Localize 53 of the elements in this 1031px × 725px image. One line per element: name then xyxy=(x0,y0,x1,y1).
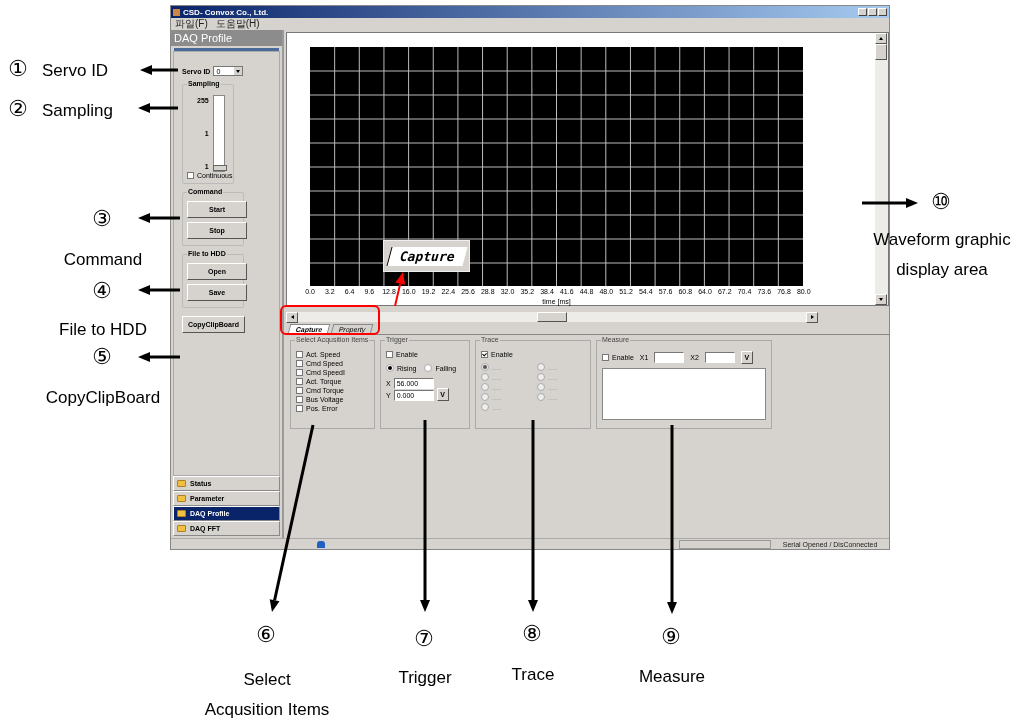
callout-text: Command xyxy=(62,249,144,271)
callout-text: File to HDD xyxy=(58,319,148,341)
callout-text: Trace xyxy=(510,664,556,686)
arrow xyxy=(138,352,180,362)
callout-number: ⑧ xyxy=(522,623,542,645)
callout-text: Sampling xyxy=(42,100,113,122)
checkbox[interactable] xyxy=(296,387,303,394)
callout-number: ⑨ xyxy=(661,626,681,648)
callout-number: ⑥ xyxy=(256,624,276,646)
callout-number: ⑤ xyxy=(92,346,112,368)
arrow xyxy=(862,198,918,208)
minimize-button[interactable] xyxy=(858,8,867,16)
x2-field[interactable] xyxy=(704,352,735,363)
callout-number: ⑦ xyxy=(414,628,434,650)
checkbox[interactable] xyxy=(296,405,303,412)
checkbox[interactable] xyxy=(296,396,303,403)
callout-number: ② xyxy=(8,98,28,120)
checkbox[interactable] xyxy=(386,351,393,358)
callout-text: Servo ID xyxy=(42,60,109,82)
checkbox[interactable] xyxy=(296,351,303,358)
callout-number: ③ xyxy=(92,208,112,230)
callout-number: ④ xyxy=(92,280,112,302)
slider-thumb[interactable] xyxy=(212,165,227,171)
checkbox[interactable] xyxy=(187,172,194,179)
callout-text: CopyClipBoard xyxy=(44,387,162,409)
close-button[interactable] xyxy=(878,8,887,16)
callout-text: Measure xyxy=(637,666,707,688)
callout-label: Capture xyxy=(386,246,467,266)
arrow xyxy=(138,285,180,295)
app-icon xyxy=(173,8,180,16)
checkbox[interactable] xyxy=(296,369,303,376)
horizontal-scrollbar[interactable] xyxy=(286,312,818,322)
radio-button[interactable] xyxy=(424,364,433,372)
radio-button[interactable] xyxy=(386,364,394,372)
checkbox[interactable] xyxy=(296,378,303,385)
callout-number: ⑩ xyxy=(931,191,951,213)
checkbox[interactable] xyxy=(481,351,488,358)
maximize-button[interactable] xyxy=(868,8,877,16)
x1-field[interactable] xyxy=(654,352,685,363)
window-title: CSD- Convox Co., Ltd. xyxy=(183,7,269,17)
callout-number: ① xyxy=(8,58,28,80)
arrow xyxy=(140,65,178,75)
arrow xyxy=(138,213,180,223)
callout-text: Trigger xyxy=(397,667,453,689)
status-icon xyxy=(317,540,325,548)
arrow xyxy=(138,103,178,113)
callout-text: Waveform graphic display area xyxy=(872,229,1012,281)
menu-item[interactable]: 도움말(H) xyxy=(215,17,260,31)
menu-item[interactable]: 파일(F) xyxy=(175,17,208,31)
panel-header: DAQ Profile xyxy=(171,30,282,46)
checkbox[interactable] xyxy=(602,354,609,361)
callout-text: Select Acqusition Items xyxy=(203,669,331,721)
checkbox[interactable] xyxy=(296,360,303,367)
